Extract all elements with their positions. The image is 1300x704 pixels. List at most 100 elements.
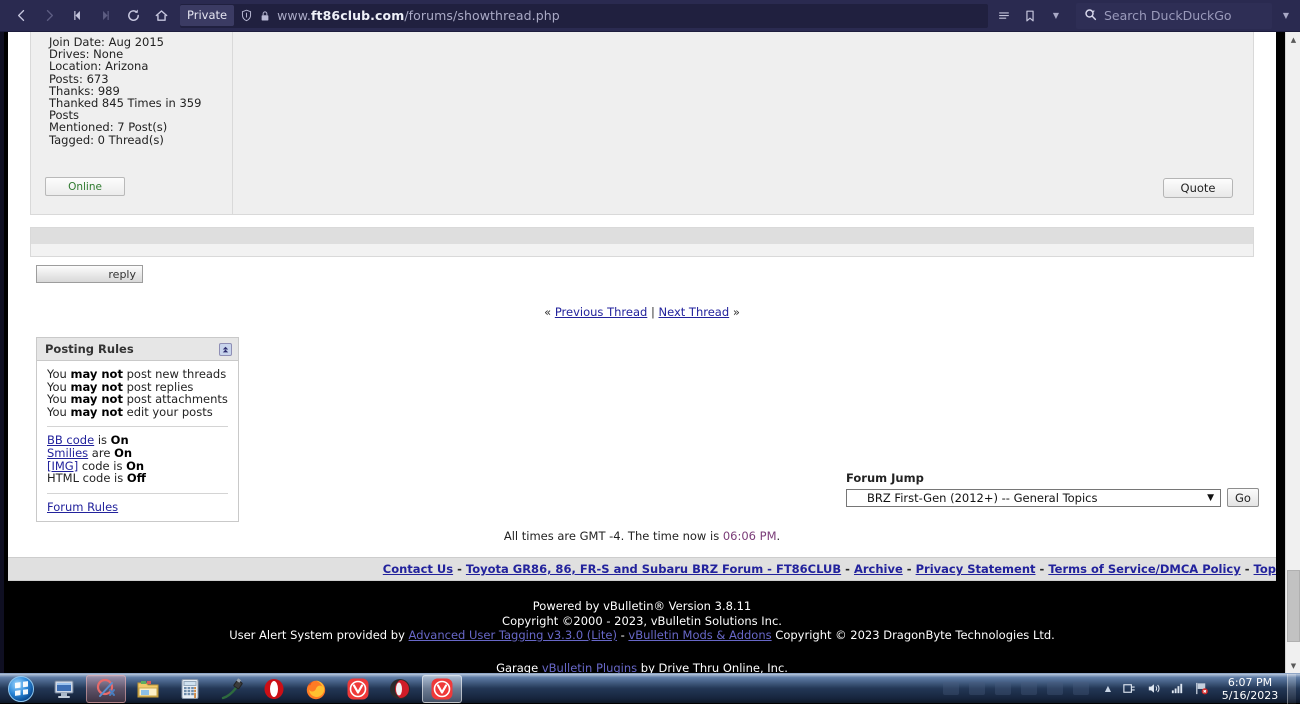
current-time: 06:06 PM — [723, 529, 777, 543]
reload-icon[interactable] — [120, 3, 146, 29]
rule-pre: You — [47, 405, 70, 419]
rewind-icon[interactable] — [64, 3, 90, 29]
posting-rules-title: Posting Rules — [45, 342, 134, 356]
opera-gx-browser-icon — [388, 677, 412, 701]
next-thread-link[interactable]: Next Thread — [658, 305, 729, 319]
online-status-button[interactable]: Online — [45, 177, 125, 196]
show-desktop-button[interactable] — [1287, 674, 1296, 704]
footer-separator: - — [1040, 562, 1045, 576]
taskbar-item-firefox[interactable] — [296, 675, 336, 703]
search-input[interactable]: Search DuckDuckGo — [1076, 3, 1272, 29]
scroll-up-arrow-icon[interactable]: ▲ — [1286, 32, 1300, 47]
taskbar-item-calculator[interactable] — [170, 675, 210, 703]
taskbar-item-usb-cable[interactable] — [212, 675, 252, 703]
inactive-window-thumb[interactable] — [969, 682, 985, 695]
contact-us-link[interactable]: Contact Us — [383, 562, 453, 576]
start-button[interactable] — [2, 675, 40, 703]
thread-navigation: « Previous Thread | Next Thread » — [8, 305, 1276, 319]
forward-icon[interactable] — [36, 3, 62, 29]
user-alert-system-line: User Alert System provided by Advanced U… — [8, 628, 1276, 643]
bookmark-icon[interactable] — [1018, 4, 1042, 28]
usb-cable-icon — [220, 677, 244, 701]
url-domain: ft86club.com — [311, 8, 404, 23]
forum-jump-go-button[interactable]: Go — [1227, 488, 1259, 507]
vbulletin-mods-addons-link[interactable]: vBulletin Mods & Addons — [628, 628, 771, 642]
advanced-user-tagging-link[interactable]: Advanced User Tagging v3.3.0 (Lite) — [409, 628, 617, 642]
vertical-scrollbar[interactable]: ▲ ▼ — [1285, 32, 1300, 673]
fastforward-icon[interactable] — [92, 3, 118, 29]
divider — [47, 493, 228, 494]
volume-icon[interactable] — [1144, 678, 1162, 700]
garage-line: Garage vBulletin Plugins by Drive Thru O… — [8, 661, 1276, 674]
divider — [47, 426, 228, 427]
url-text[interactable]: www.ft86club.com/forums/showthread.php — [277, 8, 560, 23]
quote-button[interactable]: Quote — [1163, 178, 1233, 198]
taskbar-item-vivaldi-window[interactable] — [422, 675, 462, 703]
footer-separator: - — [1245, 562, 1250, 576]
thread-nav-separator: | — [651, 305, 655, 319]
vbulletin-plugins-link[interactable]: vBulletin Plugins — [542, 661, 637, 674]
opera-browser-icon — [262, 677, 286, 701]
inactive-window-thumb[interactable] — [995, 682, 1011, 695]
posting-rules-box: Posting Rules You may not post new threa… — [36, 337, 239, 522]
taskbar-item-opera[interactable] — [254, 675, 294, 703]
terms-of-service-link[interactable]: Terms of Service/DMCA Policy — [1048, 562, 1240, 576]
search-engine-chevron-icon[interactable]: ▼ — [1274, 4, 1298, 28]
post-footer-bar — [30, 227, 1254, 257]
scrollbar-thumb[interactable] — [1287, 570, 1300, 642]
url-prefix: www. — [277, 8, 311, 23]
garage-post: by Drive Thru Online, Inc. — [637, 661, 788, 674]
shield-icon[interactable] — [240, 9, 253, 22]
archive-link[interactable]: Archive — [854, 562, 903, 576]
collapse-icon[interactable] — [219, 343, 232, 356]
show-hidden-icons-arrow-icon[interactable]: ▲ — [1105, 684, 1111, 693]
taskbar-item-windows-explorer[interactable] — [128, 675, 168, 703]
previous-thread-link[interactable]: Previous Thread — [555, 305, 647, 319]
code-mid: is — [110, 471, 127, 485]
lock-icon[interactable] — [259, 10, 271, 22]
back-icon[interactable] — [8, 3, 34, 29]
forum-home-link[interactable]: Toyota GR86, 86, FR-S and Subaru BRZ For… — [466, 562, 841, 576]
reply-button[interactable]: reply — [36, 265, 143, 283]
reader-view-icon[interactable] — [992, 4, 1016, 28]
windows-taskbar: ▲ 6:07 PM 5/16/2023 — [0, 673, 1300, 703]
privacy-statement-link[interactable]: Privacy Statement — [916, 562, 1036, 576]
calculator-icon — [178, 677, 202, 701]
power-plug-icon[interactable] — [1120, 678, 1138, 700]
user-posts: Posts: 673 — [49, 73, 232, 85]
chevron-down-icon[interactable]: ▼ — [1044, 4, 1068, 28]
remote-desktop-icon — [52, 677, 76, 701]
inactive-window-thumb[interactable] — [943, 682, 959, 695]
taskbar-item-opera-gx[interactable] — [380, 675, 420, 703]
forum-jump-select[interactable]: BRZ First-Gen (2012+) -- General Topics … — [846, 489, 1221, 507]
clock-date: 5/16/2023 — [1221, 689, 1279, 702]
taskbar-clock[interactable]: 6:07 PM 5/16/2023 — [1221, 676, 1279, 702]
top-link[interactable]: Top — [1254, 562, 1276, 576]
toolbar-right-controls: ▼ Search DuckDuckGo ▼ — [992, 3, 1300, 29]
forum-jump-row: BRZ First-Gen (2012+) -- General Topics … — [846, 488, 1266, 507]
post-footer-row-top — [31, 228, 1253, 244]
inactive-window-thumb[interactable] — [1073, 682, 1089, 695]
alert-mid: - — [617, 628, 628, 642]
taskbar-item-vivaldi[interactable] — [338, 675, 378, 703]
windows-explorer-icon — [136, 677, 160, 701]
html-code-label: HTML code — [47, 471, 110, 485]
taskbar-item-snipping-tool[interactable] — [86, 675, 126, 703]
network-signal-icon[interactable] — [1168, 678, 1186, 700]
navigation-buttons — [0, 3, 174, 29]
code-rule-row: HTML code is Off — [47, 472, 230, 485]
address-bar[interactable]: Private www.ft86club.com/forums/showthre… — [180, 4, 988, 28]
user-mentioned: Mentioned: 7 Post(s) — [49, 121, 232, 133]
taskbar-item-remote-desktop[interactable] — [44, 675, 84, 703]
action-center-flag-icon[interactable] — [1192, 678, 1210, 700]
inactive-window-thumb[interactable] — [1021, 682, 1037, 695]
scroll-down-arrow-icon[interactable]: ▼ — [1286, 658, 1300, 673]
inactive-window-thumb[interactable] — [1047, 682, 1063, 695]
board-time-line: All times are GMT -4. The time now is 06… — [8, 529, 1276, 543]
home-icon[interactable] — [148, 3, 174, 29]
search-placeholder: Search DuckDuckGo — [1104, 8, 1268, 23]
forum-jump-label: Forum Jump — [846, 471, 1266, 485]
rule-post: edit your posts — [123, 405, 213, 419]
forum-rules-link[interactable]: Forum Rules — [47, 500, 118, 514]
copyright-block: Powered by vBulletin® Version 3.8.11 Cop… — [8, 581, 1276, 673]
